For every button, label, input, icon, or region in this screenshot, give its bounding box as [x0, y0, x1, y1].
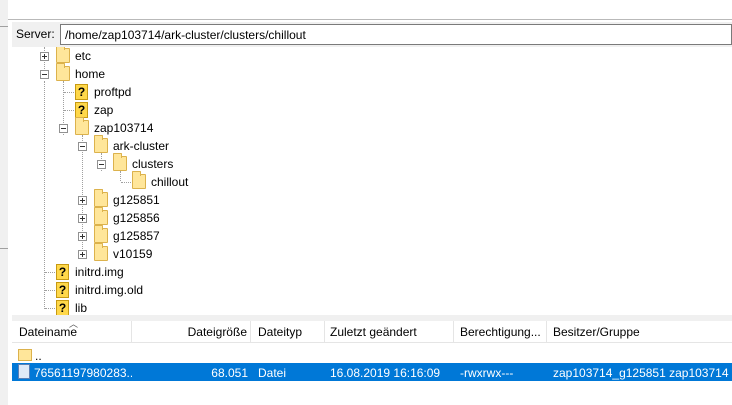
folder-icon — [94, 189, 108, 207]
remote-directory-tree: etc home ? proftpd ? zap zap103714 ark-c… — [12, 47, 732, 315]
tree-item-chillout[interactable]: chillout — [12, 171, 732, 191]
tree-item-g125857[interactable]: g125857 — [12, 225, 732, 245]
tree-line — [64, 92, 74, 93]
left-pane-tick — [0, 248, 8, 249]
tree-item-clusters[interactable]: clusters — [12, 153, 732, 173]
tree-item-label: g125857 — [113, 229, 160, 243]
top-panel-edge — [8, 0, 732, 22]
tree-line — [45, 308, 55, 309]
server-label: Server: — [16, 27, 55, 41]
tree-item-g125851[interactable]: g125851 — [12, 189, 732, 209]
tree-item-lib[interactable]: ? lib — [12, 299, 732, 315]
column-header-permissions[interactable]: Berechtigung... — [454, 321, 547, 343]
column-header-label: Zuletzt geändert — [330, 325, 417, 339]
tree-item-etc[interactable]: etc — [12, 47, 732, 65]
file-modified: 16.08.2019 16:16:09 — [330, 366, 441, 380]
tree-item-label: home — [75, 67, 106, 81]
tree-item-label: initrd.img.old — [75, 283, 144, 297]
column-header-label: Besitzer/Gruppe — [553, 325, 640, 339]
folder-icon — [132, 171, 146, 189]
expand-icon[interactable] — [40, 52, 49, 61]
folder-icon — [56, 47, 70, 63]
column-header-modified[interactable]: Zuletzt geändert — [325, 321, 454, 343]
tree-item-initrd-img-old[interactable]: ? initrd.img.old — [12, 281, 732, 299]
column-header-filename[interactable]: ︿ Dateiname — [12, 319, 132, 343]
unknown-folder-icon: ? — [56, 300, 69, 315]
tree-item-label: clusters — [132, 157, 174, 171]
file-name: .. — [35, 349, 42, 363]
tree-item-label: v10159 — [113, 247, 153, 261]
folder-icon — [94, 243, 108, 261]
tree-item-label: initrd.img — [75, 265, 124, 279]
folder-icon — [75, 117, 89, 135]
divider — [8, 19, 732, 20]
tree-item-zap[interactable]: ? zap — [12, 101, 732, 119]
expand-icon[interactable] — [78, 196, 87, 205]
folder-icon — [94, 207, 108, 225]
expand-icon[interactable] — [78, 232, 87, 241]
tree-item-proftpd[interactable]: ? proftpd — [12, 83, 732, 101]
tree-item-label: ark-cluster — [113, 139, 170, 153]
column-header-label: Berechtigung... — [460, 325, 541, 339]
file-list-header: ︿ Dateiname Dateigröße Dateityp Zuletzt … — [12, 319, 732, 343]
remote-file-list: .. 76561197980283... 68.051 Datei 16.08.… — [12, 343, 732, 405]
sort-ascending-icon: ︿ — [69, 319, 79, 329]
left-pane-tick — [0, 26, 8, 27]
tree-line — [121, 182, 131, 183]
tree-item-label: zap103714 — [94, 121, 154, 135]
file-name: 76561197980283... — [34, 366, 132, 380]
file-icon — [18, 364, 30, 379]
file-permissions: -rwxrwx--- — [460, 366, 514, 380]
remote-path-input[interactable]: /home/zap103714/ark-cluster/clusters/chi… — [60, 24, 732, 45]
tree-item-label: g125856 — [113, 211, 160, 225]
column-header-type[interactable]: Dateityp — [251, 321, 325, 343]
collapse-icon[interactable] — [78, 142, 87, 151]
list-item-parent[interactable]: .. — [12, 345, 732, 363]
tree-item-initrd-img[interactable]: ? initrd.img — [12, 263, 732, 281]
file-size: 68.051 — [211, 366, 248, 380]
unknown-folder-icon: ? — [75, 84, 88, 100]
expand-icon[interactable] — [78, 250, 87, 259]
column-header-label: Dateigröße — [187, 325, 247, 339]
tree-item-g125856[interactable]: g125856 — [12, 207, 732, 227]
folder-icon — [56, 63, 70, 81]
folder-icon — [113, 153, 127, 171]
remote-site-bar: Server: /home/zap103714/ark-cluster/clus… — [12, 22, 732, 47]
tree-line — [45, 290, 55, 291]
unknown-folder-icon: ? — [56, 264, 69, 280]
tree-line — [45, 272, 55, 273]
tree-item-label: zap — [94, 103, 114, 117]
tree-item-label: g125851 — [113, 193, 160, 207]
column-header-owner[interactable]: Besitzer/Gruppe — [547, 321, 732, 343]
column-header-size[interactable]: Dateigröße — [132, 321, 251, 343]
tree-item-v10159[interactable]: v10159 — [12, 243, 732, 263]
column-header-label: Dateityp — [258, 325, 303, 339]
tree-item-label: etc — [75, 49, 92, 63]
folder-icon — [94, 135, 108, 153]
tree-item-label: chillout — [149, 175, 191, 189]
collapse-icon[interactable] — [59, 124, 68, 133]
unknown-folder-icon: ? — [56, 282, 69, 298]
list-item-file[interactable]: 76561197980283... 68.051 Datei 16.08.201… — [12, 363, 732, 381]
unknown-folder-icon: ? — [75, 102, 88, 118]
file-type: Datei — [258, 366, 287, 380]
tree-line — [64, 110, 74, 111]
parent-folder-icon — [18, 349, 32, 361]
tree-item-label: proftpd — [94, 85, 132, 99]
expand-icon[interactable] — [78, 214, 87, 223]
collapse-icon[interactable] — [40, 70, 49, 79]
tree-item-zap103714[interactable]: zap103714 — [12, 117, 732, 137]
file-owner: zap103714_g125851 zap103714 — [553, 366, 729, 380]
left-pane-edge — [0, 0, 8, 405]
tree-item-home[interactable]: home — [12, 63, 732, 83]
collapse-icon[interactable] — [97, 160, 106, 169]
tree-item-label: lib — [75, 301, 88, 315]
folder-icon — [94, 225, 108, 243]
